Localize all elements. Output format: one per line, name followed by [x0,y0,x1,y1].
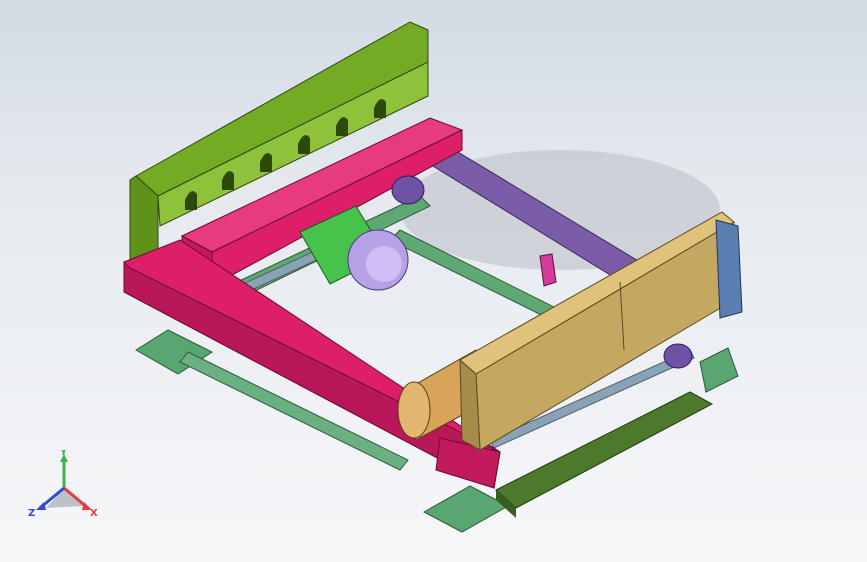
assembly-model[interactable] [0,0,867,562]
x-axis-label: X [90,508,98,519]
coordinate-triad: Y X Z [28,450,98,519]
graphics-viewport[interactable]: Y X Z [0,0,867,562]
z-axis-label: Z [28,508,35,519]
y-axis-label: Y [59,450,68,458]
